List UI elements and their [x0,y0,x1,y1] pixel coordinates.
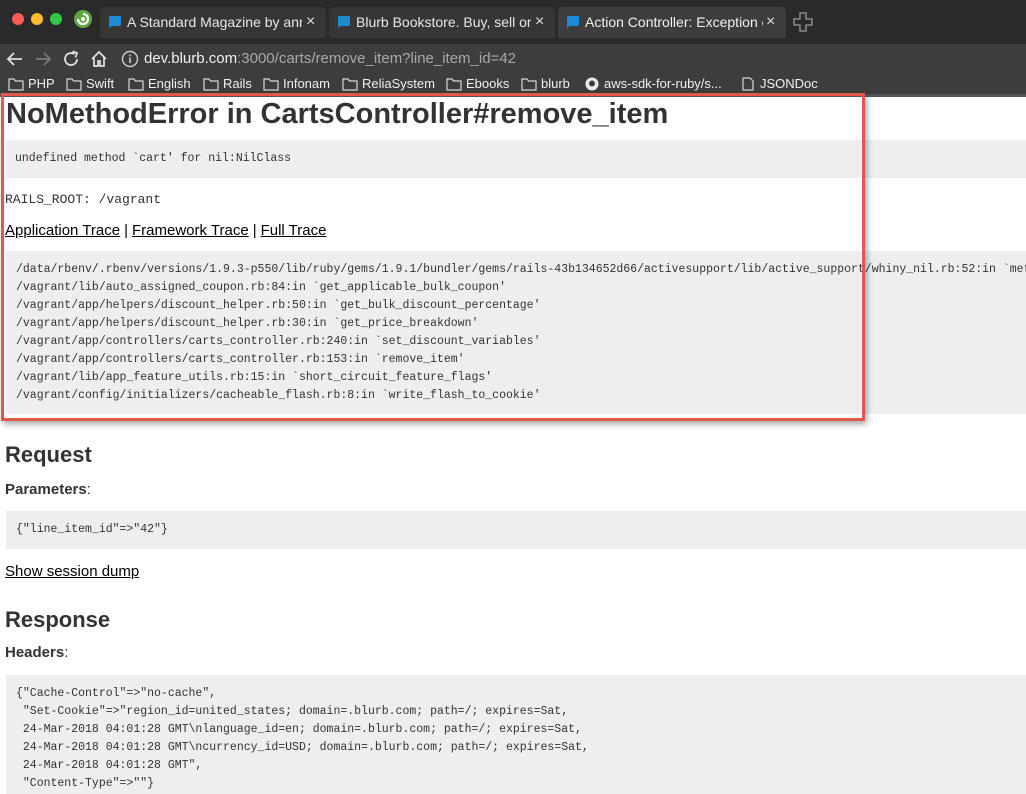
bookmark-label: English [148,76,191,91]
browser-tab-2[interactable]: Blurb Bookstore. Buy, sell or sh × [329,7,555,38]
parameters-box: {"line_item_id"=>"42"} [6,511,1026,549]
tab-strip: A Standard Magazine by ann_a × Blurb Boo… [0,0,1026,44]
bookmark-label: PHP [28,76,55,91]
extension-icon[interactable] [73,9,93,29]
blurb-favicon-icon [338,16,350,28]
trace-line: /vagrant/app/controllers/carts_controlle… [16,335,541,348]
github-icon [585,77,599,91]
back-arrow-icon[interactable] [4,48,26,70]
folder-icon [521,78,537,91]
blurb-favicon-icon [109,16,121,28]
folder-icon [446,78,462,91]
blurb-favicon-icon [567,16,579,28]
close-window-button[interactable] [12,13,24,25]
tab-title: Blurb Bookstore. Buy, sell or sh [356,14,531,30]
error-message-box: undefined method `cart' for nil:NilClass [6,140,1026,178]
trace-line: /vagrant/app/helpers/discount_helper.rb:… [16,299,541,312]
bookmark-label: Swift [86,76,115,91]
parameters-value: {"line_item_id"=>"42"} [16,523,168,536]
folder-icon [8,78,24,91]
bookmark-label: blurb [541,76,570,91]
browser-tab-active[interactable]: Action Controller: Exception ca × [558,7,786,38]
trace-links: Application Trace | Framework Trace | Full T… [5,222,326,239]
tab-close-icon[interactable]: × [766,12,775,32]
page-icon [742,77,754,91]
url-text: dev.blurb.com:3000/carts/remove_item?lin… [144,50,516,67]
address-bar[interactable]: dev.blurb.com:3000/carts/remove_item?lin… [118,46,1026,72]
header-line: 24-Mar-2018 04:01:28 GMT\nlanguage_id=en… [16,723,582,736]
header-line: {"Cache-Control"=>"no-cache", [16,687,217,700]
colon: : [86,481,91,498]
new-tab-icon[interactable] [792,11,814,33]
bookmark-label: Rails [223,76,252,91]
framework-trace-link[interactable]: Framework Trace [132,222,249,239]
browser-tab-1[interactable]: A Standard Magazine by ann_a × [100,7,326,38]
forward-arrow-icon[interactable] [32,48,54,70]
application-trace-link[interactable]: Application Trace [5,222,120,239]
bookmark-label: aws-sdk-for-ruby/s... [604,76,722,91]
bookmarks-bar: PHP Swift English Rails Infonam ReliaSys… [0,74,1026,94]
bookmark-label: Ebooks [466,76,510,91]
headers-label-text: Headers [5,644,65,661]
trace-line: /vagrant/config/initializers/cacheable_f… [16,389,541,402]
folder-icon [66,78,82,91]
tab-close-icon[interactable]: × [535,12,544,32]
info-icon[interactable] [121,50,139,68]
trace-line: /vagrant/app/helpers/discount_helper.rb:… [16,317,479,330]
trace-line: /vagrant/app/controllers/carts_controlle… [16,353,465,366]
headers-box: {"Cache-Control"=>"no-cache", "Set-Cooki… [6,675,1026,794]
tab-close-icon[interactable]: × [306,12,315,32]
minimize-window-button[interactable] [31,13,43,25]
error-message: undefined method `cart' for nil:NilClass [15,152,292,165]
header-line: 24-Mar-2018 04:01:28 GMT", [16,759,203,772]
folder-icon [128,78,144,91]
folder-icon [342,78,358,91]
url-path: :3000/carts/remove_item?line_item_id=42 [237,50,517,67]
error-page: NoMethodError in CartsController#remove_… [0,97,1026,794]
parameters-label: Parameters: [5,481,91,498]
rails-root: RAILS_ROOT: /vagrant [5,192,162,207]
browser-toolbar: dev.blurb.com:3000/carts/remove_item?lin… [0,44,1026,74]
request-heading: Request [5,442,92,467]
page-title: NoMethodError in CartsController#remove_… [6,98,669,130]
trace-line: /vagrant/lib/auto_assigned_coupon.rb:84:… [16,281,506,294]
response-heading: Response [5,607,111,632]
tab-title: Action Controller: Exception ca [585,14,763,30]
full-trace-link[interactable]: Full Trace [261,222,327,239]
header-line: 24-Mar-2018 04:01:28 GMT\ncurrency_id=US… [16,741,589,754]
home-icon[interactable] [88,48,110,70]
tab-title: A Standard Magazine by ann_a [127,14,302,30]
bookmark-label: JSONDoc [760,76,818,91]
bookmark-label: ReliaSystem [362,76,435,91]
trace-line: /data/rbenv/.rbenv/versions/1.9.3-p550/l… [16,263,1026,276]
url-host: dev.blurb.com [144,50,238,67]
stack-trace: /data/rbenv/.rbenv/versions/1.9.3-p550/l… [6,251,1026,414]
separator: | [124,222,128,239]
header-line: "Set-Cookie"=>"region_id=united_states; … [16,705,569,718]
colon: : [64,644,69,661]
show-session-dump-link[interactable]: Show session dump [5,563,139,580]
parameters-label-text: Parameters [5,481,87,498]
zoom-window-button[interactable] [50,13,62,25]
folder-icon [263,78,279,91]
bookmark-label: Infonam [283,76,330,91]
separator: | [252,222,257,239]
headers-label: Headers: [5,644,68,661]
reload-icon[interactable] [60,48,82,70]
folder-icon [203,78,219,91]
header-line: "Content-Type"=>""} [16,777,155,790]
trace-line: /vagrant/lib/app_feature_utils.rb:15:in … [16,371,493,384]
